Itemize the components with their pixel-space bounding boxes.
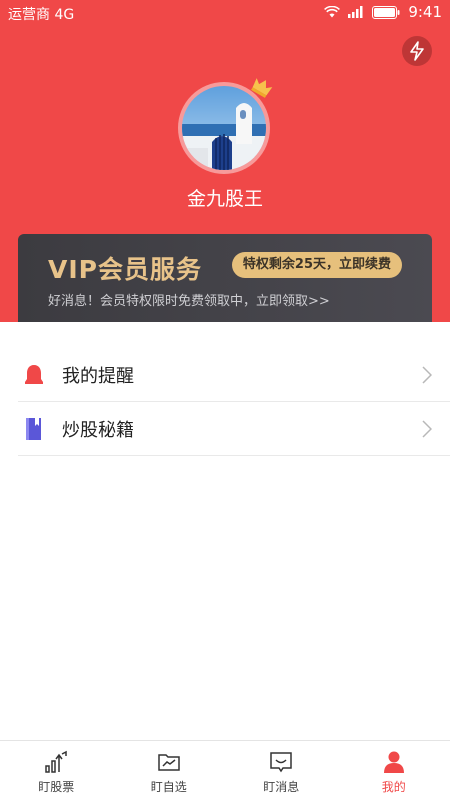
menu-item-label: 炒股秘籍 (62, 416, 134, 442)
signal-icon (348, 6, 364, 18)
status-time: 9:41 (408, 3, 442, 21)
status-icons: 9:41 (324, 3, 442, 21)
vip-renew-button[interactable]: 特权剩余25天，立即续费 (232, 252, 402, 278)
tab-label: 盯消息 (225, 778, 338, 795)
chevron-right-icon (422, 366, 432, 384)
bottom-tab-bar: 盯股票 盯自选 盯消息 我的 (0, 740, 450, 801)
tab-watchlist[interactable]: 盯自选 (113, 741, 226, 801)
wifi-icon (324, 6, 340, 18)
profile-header: 运营商 4G 9:41 (0, 0, 450, 322)
flash-button[interactable] (402, 36, 432, 66)
vip-card[interactable]: VIP会员服务 特权剩余25天，立即续费 好消息！会员特权限时免费领取中，立即领… (18, 234, 432, 322)
tab-label: 盯股票 (0, 778, 113, 795)
chevron-right-icon (422, 420, 432, 438)
tab-mine[interactable]: 我的 (338, 741, 450, 801)
crown-icon (251, 76, 273, 98)
tab-stocks[interactable]: 盯股票 (0, 741, 113, 801)
tab-messages[interactable]: 盯消息 (225, 741, 338, 801)
user-icon (382, 750, 406, 774)
book-icon (22, 417, 46, 441)
vip-title: VIP会员服务 (48, 250, 202, 286)
menu-item-reminders[interactable]: 我的提醒 (18, 348, 450, 402)
avatar-image (182, 86, 266, 170)
bell-icon (22, 363, 46, 387)
menu-list: 我的提醒 炒股秘籍 (18, 348, 450, 456)
tab-label: 我的 (338, 778, 450, 795)
stock-chart-icon (44, 750, 68, 774)
vip-promo-link[interactable]: 好消息！会员特权限时免费领取中，立即领取>> (48, 290, 330, 309)
lightning-icon (408, 41, 426, 61)
watchlist-folder-icon (157, 750, 181, 774)
menu-item-tips[interactable]: 炒股秘籍 (18, 402, 450, 456)
carrier-label: 运营商 4G (8, 4, 74, 24)
message-icon (269, 750, 293, 774)
menu-item-label: 我的提醒 (62, 362, 134, 388)
tab-label: 盯自选 (113, 778, 226, 795)
username: 金九股王 (0, 184, 450, 211)
battery-icon (372, 6, 400, 19)
status-bar: 运营商 4G 9:41 (0, 0, 450, 24)
